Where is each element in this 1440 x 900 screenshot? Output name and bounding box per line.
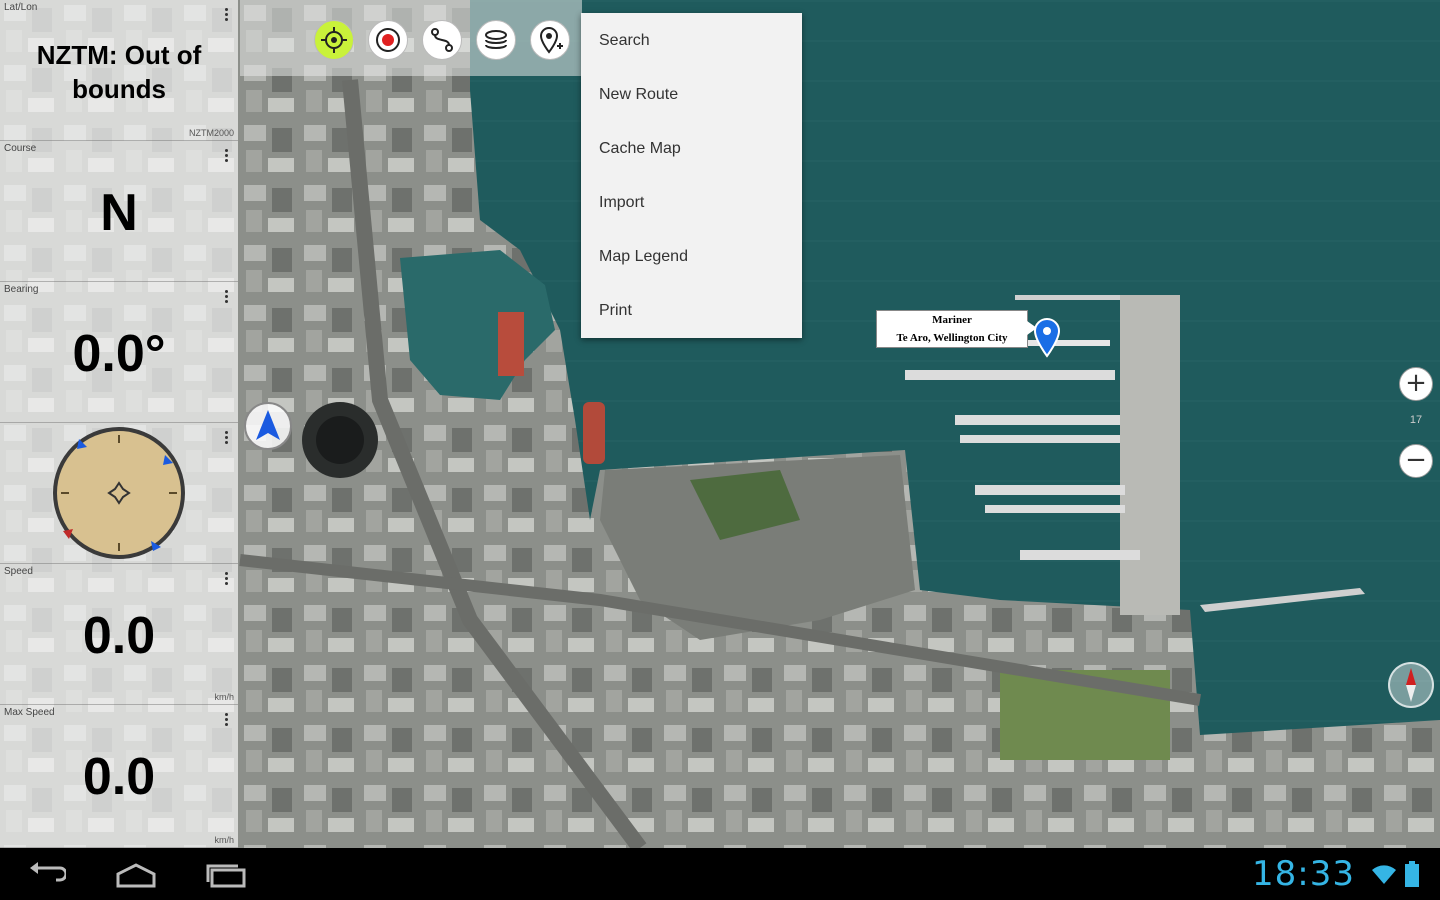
home-icon[interactable]: [114, 862, 158, 888]
menu-item-print[interactable]: Print: [581, 284, 802, 338]
menu-item-cache-map[interactable]: Cache Map: [581, 122, 802, 176]
recent-apps-icon[interactable]: [204, 862, 248, 888]
max-speed-tile[interactable]: Max Speed 0.0 km/h: [0, 705, 238, 848]
zoom-in-button[interactable]: +: [1399, 367, 1433, 401]
max-speed-label: Max Speed: [4, 707, 55, 718]
layers-button[interactable]: [476, 20, 516, 60]
navigation-arrow-icon: [256, 410, 280, 440]
info-panel: Lat/Lon NZTM: Out of bounds NZTM2000 Cou…: [0, 0, 238, 848]
zoom-out-button[interactable]: −: [1399, 444, 1433, 478]
compass-icon: [53, 427, 185, 559]
tile-menu-icon[interactable]: [225, 149, 228, 163]
menu-item-search[interactable]: Search: [581, 14, 802, 68]
north-arrow-icon: [1406, 668, 1416, 702]
record-button[interactable]: [368, 20, 408, 60]
bearing-tile[interactable]: Bearing 0.0°: [0, 282, 238, 423]
course-value: N: [100, 184, 138, 242]
wifi-icon: [1372, 865, 1396, 884]
tile-menu-icon[interactable]: [225, 713, 228, 727]
position-label: Lat/Lon: [4, 2, 38, 13]
bearing-value: 0.0°: [72, 325, 166, 383]
system-nav-bar: 18:33: [0, 848, 1440, 900]
tile-menu-icon[interactable]: [225, 290, 228, 304]
map-north-compass[interactable]: [1388, 662, 1434, 708]
crosshair-icon: [321, 27, 347, 53]
waypoint-icon: [539, 27, 563, 54]
route-button[interactable]: [422, 20, 462, 60]
my-location-button[interactable]: [314, 20, 354, 60]
tile-menu-icon[interactable]: [225, 572, 228, 586]
map-toolbar: [240, 0, 582, 76]
record-icon: [376, 28, 400, 52]
max-speed-value: 0.0: [82, 748, 156, 806]
menu-item-new-route[interactable]: New Route: [581, 68, 802, 122]
layers-icon: [485, 30, 507, 49]
position-tile[interactable]: Lat/Lon NZTM: Out of bounds NZTM2000: [0, 0, 238, 141]
marker-title: Mariner: [932, 314, 972, 326]
battery-icon: [1405, 861, 1419, 887]
marker-subtitle: Te Aro, Wellington City: [896, 332, 1008, 344]
route-icon: [431, 28, 453, 52]
speed-tile[interactable]: Speed 0.0 km/h: [0, 564, 238, 705]
heading-indicator[interactable]: [244, 402, 292, 450]
marker-callout[interactable]: Mariner Te Aro, Wellington City: [876, 310, 1037, 348]
menu-item-map-legend[interactable]: Map Legend: [581, 230, 802, 284]
speed-value: 0.0: [82, 607, 156, 665]
map-pin-icon[interactable]: [1033, 318, 1061, 358]
tile-menu-icon[interactable]: [225, 431, 228, 445]
overflow-menu: Search New Route Cache Map Import Map Le…: [581, 13, 802, 338]
speed-label: Speed: [4, 566, 33, 577]
waypoint-button[interactable]: [530, 20, 570, 60]
course-label: Course: [4, 143, 37, 154]
status-clock: 18:33: [1252, 854, 1355, 894]
position-unit: NZTM2000: [188, 128, 234, 138]
max-speed-unit: km/h: [214, 835, 234, 845]
menu-item-import[interactable]: Import: [581, 176, 802, 230]
bearing-label: Bearing: [4, 284, 39, 295]
tile-menu-icon[interactable]: [225, 8, 228, 22]
zoom-level: 17: [1409, 414, 1423, 426]
course-tile[interactable]: Course N: [0, 141, 238, 282]
back-icon[interactable]: [26, 860, 66, 888]
compass-tile[interactable]: [0, 423, 238, 564]
speed-unit: km/h: [214, 692, 234, 702]
position-value: NZTM: Out of bounds: [36, 40, 202, 104]
